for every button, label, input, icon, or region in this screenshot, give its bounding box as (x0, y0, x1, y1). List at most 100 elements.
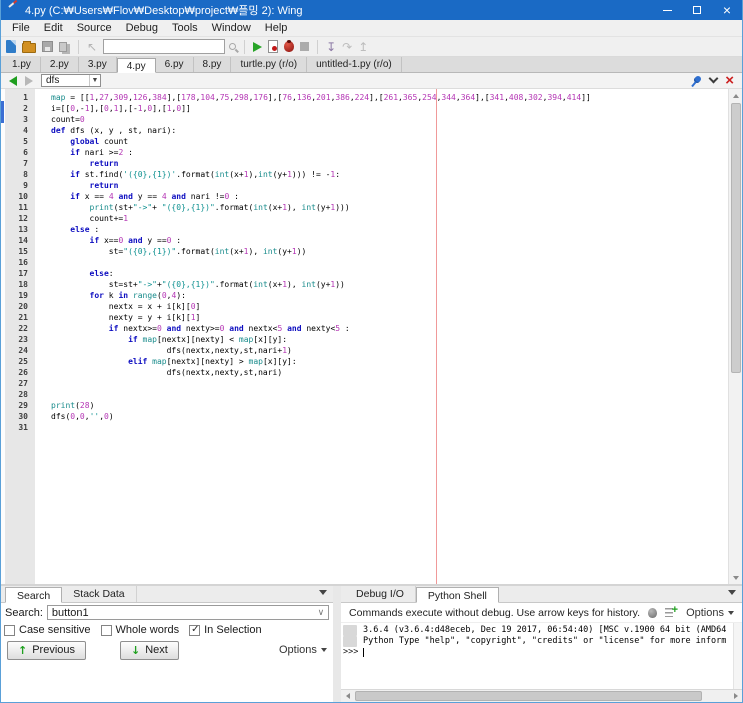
code-line[interactable]: print(st+"->"+ "({0},{1})".format(int(x+… (35, 202, 728, 213)
line-number[interactable]: 20 (5, 301, 35, 312)
stop-icon[interactable] (300, 42, 310, 51)
scroll-up-icon[interactable] (729, 89, 742, 102)
line-number[interactable]: 5 (5, 136, 35, 147)
menu-file[interactable]: File (5, 20, 37, 36)
line-number[interactable]: 25 (5, 356, 35, 367)
line-number[interactable]: 11 (5, 202, 35, 213)
line-number[interactable]: 6 (5, 147, 35, 158)
line-number[interactable]: 18 (5, 279, 35, 290)
code-line[interactable]: global count (35, 136, 728, 147)
editor-code[interactable]: map = [[1,27,309,126,384],[178,104,75,29… (35, 89, 728, 584)
next-button[interactable]: ↓ Next (120, 640, 179, 660)
code-line[interactable] (35, 378, 728, 389)
code-line[interactable]: if x == 4 and y == 4 and nari !=0 : (35, 191, 728, 202)
line-number[interactable]: 8 (5, 169, 35, 180)
toolbar-search-input[interactable] (103, 39, 226, 54)
code-line[interactable]: else : (35, 224, 728, 235)
file-tab-turtle-py-r-o[interactable]: turtle.py (r/o) (231, 57, 308, 72)
code-line[interactable]: return (35, 180, 728, 191)
line-number[interactable]: 24 (5, 345, 35, 356)
code-line[interactable]: if nextx>=0 and nexty>=0 and nextx<5 and… (35, 323, 728, 334)
code-line[interactable]: count=0 (35, 114, 728, 125)
editor-gutter[interactable]: 1 2 3 4 5 6 7 8 9 10 11 12 13 14 15 16 17 18 19 20 21 22 23 24 2… (5, 89, 35, 584)
code-line[interactable]: elif map[nextx][nexty] > map[x][y]: (35, 356, 728, 367)
goto-pointer-icon[interactable]: ↖ (87, 41, 97, 53)
tab-debug-i-o[interactable]: Debug I/O (345, 586, 416, 602)
code-line[interactable]: st="({0},{1})".format(int(x+1), int(y+1)… (35, 246, 728, 257)
file-tab-8-py[interactable]: 8.py (193, 57, 232, 72)
forward-icon[interactable] (25, 75, 33, 86)
close-editor-icon[interactable]: × (725, 73, 734, 88)
file-tab-1-py[interactable]: 1.py (3, 57, 41, 72)
search-options-button[interactable]: Options (279, 644, 327, 656)
code-line[interactable]: if map[nextx][nexty] < map[x][y]: (35, 334, 728, 345)
chevron-down-icon[interactable]: ∨ (314, 607, 328, 618)
checkbox-box[interactable] (4, 624, 15, 636)
line-number[interactable]: 3 (5, 114, 35, 125)
panel-menu-icon[interactable] (318, 590, 327, 595)
panel-menu-icon[interactable] (728, 590, 736, 595)
step-over-icon[interactable]: ↷ (342, 41, 352, 53)
menu-debug[interactable]: Debug (119, 20, 165, 36)
line-number[interactable]: 19 (5, 290, 35, 301)
save-icon[interactable] (42, 41, 53, 52)
checkbox-box[interactable] (189, 624, 201, 636)
line-number[interactable]: 28 (5, 389, 35, 400)
menu-edit[interactable]: Edit (37, 20, 70, 36)
run-icon[interactable] (253, 41, 263, 52)
code-line[interactable] (35, 422, 728, 433)
scrollbar-thumb[interactable] (731, 103, 741, 373)
tab-search[interactable]: Search (5, 587, 63, 603)
line-number[interactable]: 7 (5, 158, 35, 169)
previous-button[interactable]: ↑ Previous (7, 640, 87, 660)
code-line[interactable]: else: (35, 268, 728, 279)
scroll-down-icon[interactable] (729, 571, 742, 584)
code-line[interactable]: if nari >=2 : (35, 147, 728, 158)
menu-help[interactable]: Help (258, 20, 295, 36)
line-number[interactable]: 16 (5, 257, 35, 268)
line-number[interactable]: 12 (5, 213, 35, 224)
code-line[interactable]: return (35, 158, 728, 169)
checkbox-box[interactable] (100, 624, 112, 636)
checkbox-whole-words[interactable]: Whole words (100, 624, 179, 636)
code-line[interactable] (35, 257, 728, 268)
tab-python-shell[interactable]: Python Shell (415, 587, 499, 603)
menu-tools[interactable]: Tools (165, 20, 205, 36)
code-line[interactable]: dfs(0,0,'',0) (35, 411, 728, 422)
code-line[interactable]: dfs(nextx,nexty,st,nari) (35, 367, 728, 378)
new-file-icon[interactable] (6, 40, 16, 53)
code-line[interactable]: print(28) (35, 400, 728, 411)
line-number[interactable]: 26 (5, 367, 35, 378)
debug-bug-icon[interactable] (284, 40, 295, 52)
code-line[interactable]: def dfs (x, y , st, nari): (35, 125, 728, 136)
code-line[interactable] (35, 389, 728, 400)
symbol-selector[interactable]: dfs ▼ (41, 74, 101, 87)
line-number[interactable]: 9 (5, 180, 35, 191)
code-line[interactable]: if x==0 and y ==0 : (35, 235, 728, 246)
maximize-button[interactable] (682, 0, 712, 20)
checkbox-case-sensitive[interactable]: Case sensitive (4, 624, 91, 636)
scrollbar-thumb[interactable] (355, 691, 702, 701)
line-number[interactable]: 29 (5, 400, 35, 411)
scroll-left-icon[interactable] (341, 690, 354, 702)
add-history-icon[interactable] (665, 604, 678, 618)
shell-output[interactable]: 3.6.4 (v3.6.4:d48eceb, Dec 19 2017, 06:5… (341, 623, 733, 689)
minimize-button[interactable] (652, 0, 682, 20)
shell-horizontal-scrollbar[interactable] (341, 689, 742, 702)
line-number[interactable]: 17 (5, 268, 35, 279)
file-tab-2-py[interactable]: 2.py (40, 57, 79, 72)
tab-stack-data[interactable]: Stack Data (62, 586, 137, 602)
line-number[interactable]: 15 (5, 246, 35, 257)
code-line[interactable]: dfs(nextx,nexty,st,nari+1) (35, 345, 728, 356)
code-line[interactable]: nexty = y + i[k][1] (35, 312, 728, 323)
line-number[interactable]: 1 (5, 92, 35, 103)
line-number[interactable]: 21 (5, 312, 35, 323)
menu-window[interactable]: Window (205, 20, 258, 36)
code-line[interactable]: if st.find('({0},{1})'.format(int(x+1),i… (35, 169, 728, 180)
search-icon[interactable] (229, 43, 237, 50)
debug-toggle-icon[interactable] (648, 607, 658, 618)
shell-prompt-row[interactable]: >>> (341, 647, 733, 658)
step-into-icon[interactable]: ↧ (326, 41, 336, 53)
line-number[interactable]: 13 (5, 224, 35, 235)
line-number[interactable]: 31 (5, 422, 35, 433)
